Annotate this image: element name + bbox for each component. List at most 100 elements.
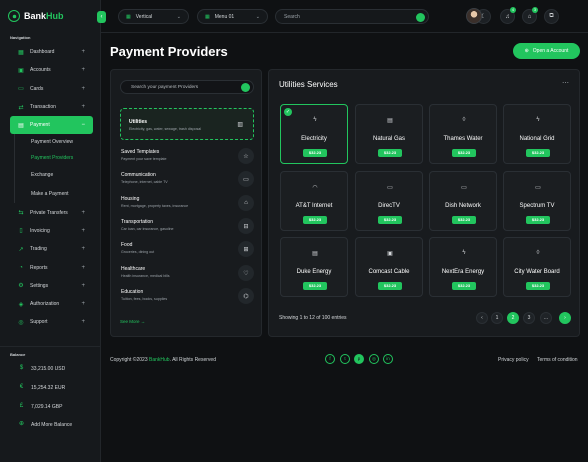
page-button-2[interactable]: 2: [507, 312, 519, 324]
prev-page-button[interactable]: ‹: [476, 312, 488, 324]
sidebar-item-authorization[interactable]: ◈ Authorization +: [10, 295, 93, 313]
provider-card-city-water-board[interactable]: ◊ City Water Board $32.23: [503, 237, 571, 297]
sidebar: BankHub Navigation ▦ Dashboard + ▣ Accounts…: [0, 0, 101, 462]
menu-icon: ▦: [205, 13, 210, 20]
open-account-button[interactable]: ⊕ Open a Account: [513, 43, 580, 59]
plus-circle-icon: ⊕: [18, 421, 25, 427]
provider-name: National Grid: [519, 136, 555, 142]
sidebar-item-reports[interactable]: ◔ Reports +: [10, 258, 93, 276]
sidebar-item-invoicing[interactable]: ▯ Invoicing +: [10, 222, 93, 240]
page-button-3[interactable]: 3: [523, 312, 535, 324]
sidebar-item-transaction[interactable]: ⇄ Transaction +: [10, 98, 93, 116]
pinterest-icon[interactable]: p: [354, 354, 364, 364]
avatar[interactable]: [466, 8, 482, 24]
category-utilities[interactable]: Utilities Electricity, gas, water, sewag…: [120, 108, 254, 140]
sidebar-item-support[interactable]: ◎ Support +: [10, 313, 93, 331]
layout-icon: ▦: [126, 13, 131, 20]
search-icon[interactable]: [241, 83, 250, 92]
balance-value: 7,029.14 GBP: [31, 403, 63, 410]
layout-select[interactable]: ▦ Vertical ⌄: [118, 9, 189, 24]
category-education[interactable]: Education Tuition, fees, books, supplies…: [120, 288, 254, 306]
instagram-icon[interactable]: ◎: [369, 354, 379, 364]
provider-card-directv[interactable]: ▭ DirecTV $32.23: [355, 171, 423, 231]
next-page-button[interactable]: ›: [559, 312, 571, 324]
terms-link[interactable]: Terms of condition: [537, 357, 578, 363]
search-icon[interactable]: [416, 12, 425, 22]
sub-item-payment-providers[interactable]: Payment Providers: [14, 149, 93, 166]
provider-card-electricity[interactable]: ✓ ϟ Electricity $32.23: [280, 104, 348, 164]
apps-button[interactable]: ⧉: [544, 9, 559, 24]
sub-item-make-payment[interactable]: Make a Payment: [14, 184, 93, 204]
provider-card-att-internet[interactable]: ◠ AT&T Internet $32.23: [280, 171, 348, 231]
search-placeholder: Search your payment Providers: [131, 84, 199, 90]
cart-button[interactable]: ⌂ 3: [522, 7, 538, 24]
category-desc: Payment your save template: [121, 157, 167, 161]
category-saved-templates[interactable]: Saved Templates Payment your save templa…: [120, 148, 254, 166]
page-button-1[interactable]: 1: [491, 312, 503, 324]
menu-select[interactable]: ▦ Menu 01 ⌄: [197, 9, 268, 24]
cart-icon: ⌂: [527, 13, 532, 20]
category-food[interactable]: Food Groceries, dining out ⊞: [120, 241, 254, 259]
report-icon: ◔: [19, 264, 23, 271]
balance-eur: €15,254.32 EUR: [18, 384, 65, 391]
chevron-left-icon: ‹: [481, 315, 483, 321]
logo-icon: [8, 10, 20, 22]
provider-price: $32.23: [378, 282, 402, 290]
sidebar-item-label: Authorization: [30, 301, 60, 308]
tv-icon: ▭: [461, 185, 467, 191]
sidebar-item-private-transfers[interactable]: ⇆ Private Transfers +: [10, 203, 93, 221]
provider-name: Electricity: [301, 136, 327, 142]
category-transportation[interactable]: Transportation Car loan, car insurance, …: [120, 218, 254, 236]
top-search-input[interactable]: Search: [275, 9, 429, 24]
tv-icon: ▭: [387, 185, 393, 191]
category-healthcare[interactable]: Healthcare Health insurance, medical bil…: [120, 265, 254, 283]
sidebar-item-cards[interactable]: ▭ Cards +: [10, 80, 93, 98]
add-balance-button[interactable]: ⊕ Add More Balance: [18, 421, 72, 428]
see-more-link[interactable]: See More →: [120, 319, 145, 324]
brand-logo[interactable]: BankHub: [8, 10, 64, 22]
linkedin-icon[interactable]: in: [383, 354, 393, 364]
open-account-label: Open a Account: [532, 48, 569, 54]
sidebar-collapse-button[interactable]: ‹: [97, 11, 106, 23]
provider-card-national-grid[interactable]: ϟ National Grid $32.23: [503, 104, 571, 164]
provider-price: $32.23: [303, 282, 327, 290]
graduation-icon: ⌬: [238, 288, 254, 304]
sidebar-item-label: Dashboard: [30, 49, 55, 56]
sidebar-item-dashboard[interactable]: ▦ Dashboard +: [10, 43, 93, 61]
provider-price: $32.23: [526, 149, 550, 157]
category-communication[interactable]: Communication Telephone, internet, cable…: [120, 171, 254, 189]
pagination-summary: Showing 1 to 12 of 100 entries: [279, 315, 347, 321]
basket-icon: ⊞: [238, 241, 254, 257]
notification-button[interactable]: ♫ 4: [500, 7, 516, 24]
provider-search-input[interactable]: Search your payment Providers: [120, 80, 254, 94]
sub-item-exchange[interactable]: Exchange: [14, 165, 93, 185]
notification-badge: 4: [510, 7, 516, 13]
provider-name: City Water Board: [514, 269, 560, 275]
twitter-icon[interactable]: t: [340, 354, 350, 364]
provider-name: Natural Gas: [372, 136, 405, 142]
provider-price: $32.23: [303, 149, 327, 157]
sidebar-item-settings[interactable]: ⚙ Settings +: [10, 277, 93, 295]
provider-card-thames-water[interactable]: ◊ Thames Water $32.23: [429, 104, 497, 164]
sidebar-item-payment[interactable]: ▤ Payment −: [10, 116, 93, 135]
provider-card-spectrum-tv[interactable]: ▭ Spectrum TV $32.23: [503, 171, 571, 231]
bolt-icon: ϟ: [536, 117, 540, 123]
sidebar-item-trading[interactable]: ↗ Trading +: [10, 240, 93, 258]
sidebar-item-accounts[interactable]: ▣ Accounts +: [10, 61, 93, 79]
category-desc: Car loan, car insurance, gasoline: [121, 227, 174, 231]
copyright-brand[interactable]: BankHub: [149, 357, 170, 363]
privacy-policy-link[interactable]: Privacy policy: [498, 357, 529, 363]
category-housing[interactable]: Housing Rent, mortgage, property taxes, …: [120, 195, 254, 213]
sub-item-payment-overview[interactable]: Payment Overview: [14, 134, 93, 150]
more-options-icon[interactable]: ⋯: [562, 79, 569, 87]
provider-card-duke-energy[interactable]: ▤ Duke Energy $32.23: [280, 237, 348, 297]
sidebar-item-label: Cards: [30, 85, 44, 92]
provider-card-nextera-energy[interactable]: ϟ NextEra Energy $32.23: [429, 237, 497, 297]
category-desc: Telephone, internet, cable TV: [121, 180, 168, 184]
support-icon: ◎: [18, 319, 24, 326]
provider-card-comcast-cable[interactable]: ▣ Comcast Cable $32.23: [355, 237, 423, 297]
provider-card-natural-gas[interactable]: ▤ Natural Gas $32.23: [355, 104, 423, 164]
provider-card-dish-network[interactable]: ▭ Dish Network $32.23: [429, 171, 497, 231]
facebook-icon[interactable]: f: [325, 354, 335, 364]
collapse-minus-icon: −: [81, 122, 85, 129]
